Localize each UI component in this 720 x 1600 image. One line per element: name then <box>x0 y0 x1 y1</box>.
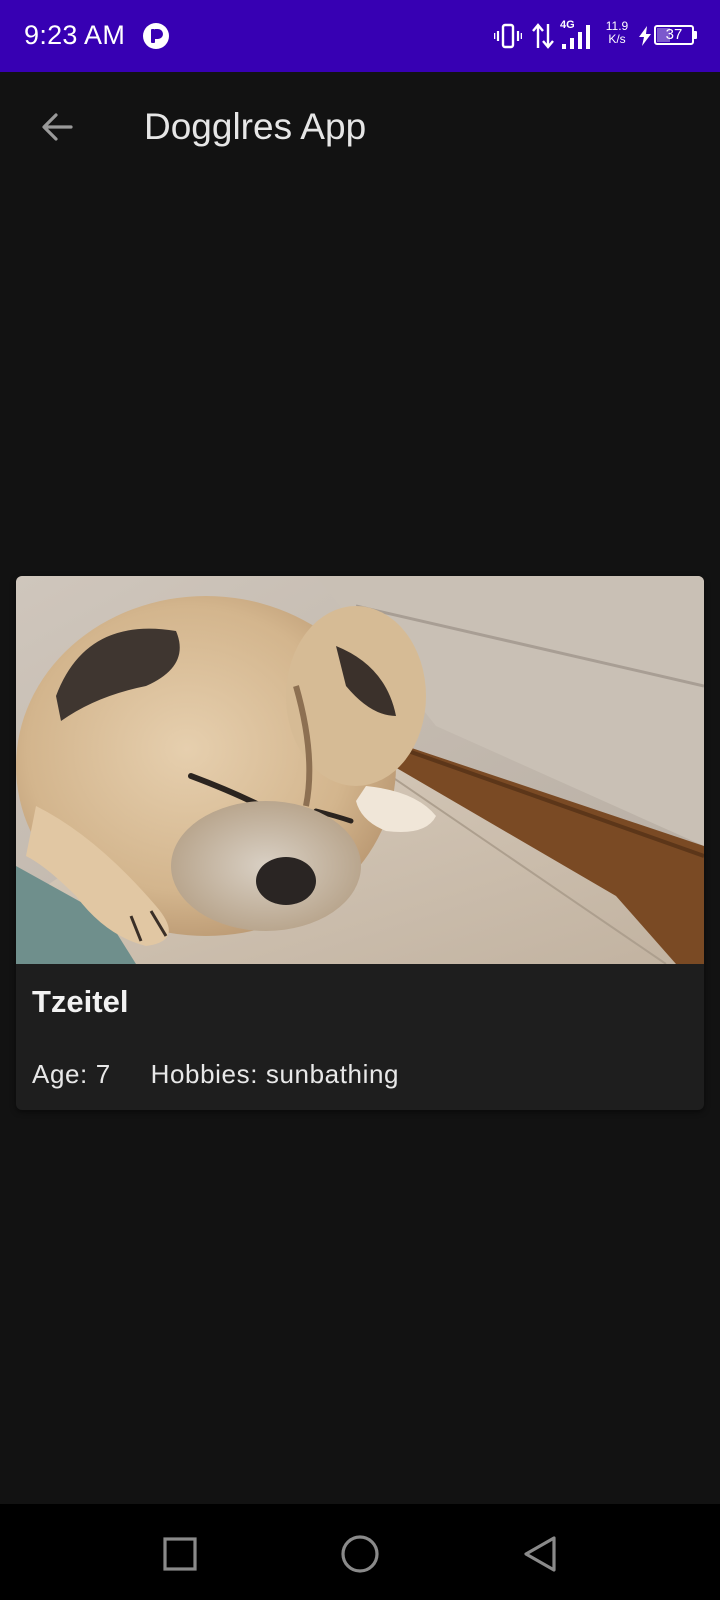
square-icon <box>163 1537 197 1571</box>
recents-button[interactable] <box>150 1524 210 1584</box>
vibrate-icon <box>494 23 522 49</box>
triangle-back-icon <box>524 1536 556 1572</box>
app-bar: Dogglres App <box>0 72 720 188</box>
back-button[interactable] <box>22 92 92 162</box>
arrow-left-icon <box>42 113 73 141</box>
dog-card[interactable]: Tzeitel Age: 7 Hobbies: sunbathing <box>16 576 704 1110</box>
status-time: 9:23 AM <box>24 20 126 50</box>
dog-name: Tzeitel <box>32 984 129 1019</box>
battery-icon: 37 <box>654 25 694 45</box>
battery-tip <box>694 31 697 39</box>
net-speed-indicator: 11.9 K/s <box>603 20 631 46</box>
screen: 9:23 AM 4G 11.9 K/s 37 Dogglres App Tzei… <box>0 0 720 1600</box>
data-transfer-icon <box>532 23 554 49</box>
system-navigation-bar <box>0 1504 720 1600</box>
charging-bolt-icon <box>639 26 651 46</box>
dog-details: Age: 7 Hobbies: sunbathing <box>32 1059 399 1090</box>
battery-level: 37 <box>665 26 683 43</box>
home-button[interactable] <box>330 1524 390 1584</box>
dog-photo <box>16 576 704 964</box>
dog-hobbies: Hobbies: sunbathing <box>150 1059 400 1089</box>
app-notification-icon <box>143 23 169 49</box>
system-back-button[interactable] <box>510 1524 570 1584</box>
signal-strength-icon <box>562 25 590 49</box>
circle-icon <box>341 1535 379 1573</box>
dog-age: Age: 7 <box>32 1059 111 1089</box>
net-speed-unit: K/s <box>608 32 626 46</box>
app-title: Dogglres App <box>144 106 367 147</box>
status-bar: 9:23 AM 4G 11.9 K/s 37 <box>0 0 720 72</box>
